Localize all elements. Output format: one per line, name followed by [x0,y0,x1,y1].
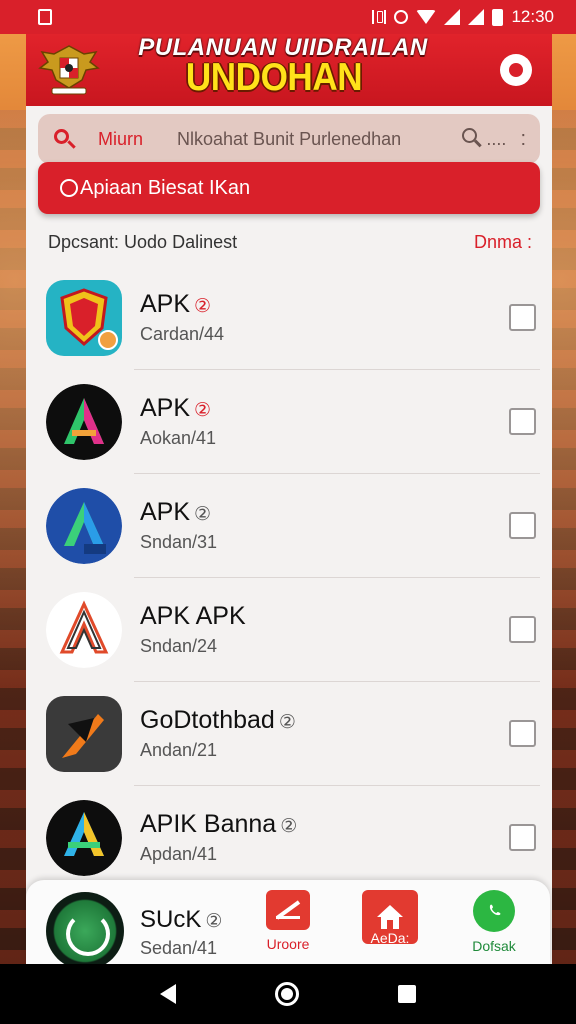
signal-icon-2 [468,9,485,25]
search-bar[interactable]: Miurn Nlkoahat Bunit Purlenedhan .... : [38,114,540,164]
notification-icon [38,9,52,25]
list-header-title: Dpcsant: Uodo Dalinest [48,232,238,252]
status-time: 12:30 [511,7,554,26]
dark-app-icon [46,696,122,772]
search-submit-icon[interactable] [462,128,484,150]
shield-app-icon [46,280,122,356]
nav-item-home[interactable]: AeDa: [350,890,430,956]
app-name: APK ② [140,394,212,422]
apk-app-icon [46,488,122,564]
list-header: Dpcsant: Uodo Dalinest Dnma : [48,232,532,253]
edit-icon [266,890,310,930]
nav-item-whatsapp[interactable]: Dofsak [454,890,534,956]
back-icon[interactable] [159,984,176,1004]
battery-icon [492,8,504,26]
apk-outline-app-icon [46,592,122,668]
alarm-icon [394,10,409,24]
promo-banner[interactable]: Apiaan Biesat IKan [38,162,540,214]
more-options-icon[interactable]: : [520,128,526,151]
app-checkbox[interactable] [509,304,536,331]
app-meta: Sndan/31 [140,532,218,552]
app-name: APK ② [140,498,212,526]
app-list: APK ② Cardan/44 APK ② Aokan/41 APK ② Snd… [26,266,552,890]
app-checkbox[interactable] [509,616,536,643]
status-bar: 12:30 [0,0,576,34]
featured-app-meta: Sedan/41 [140,938,218,958]
app-checkbox[interactable] [509,720,536,747]
nav-label-uroore: Uroore [266,936,310,952]
nav-label-home: AeDa: [370,930,410,946]
list-header-link[interactable]: Dnma : [474,232,532,253]
promo-icon [60,179,78,197]
app-meta: Apdan/41 [140,844,218,864]
garuda-emblem-icon [38,45,100,95]
app-name: APK ② [140,290,212,318]
list-item[interactable]: APIK Banna ② Apdan/41 [46,786,540,890]
nav-label-whatsapp: Dofsak [472,938,516,954]
app-checkbox[interactable] [509,512,536,539]
app-name: APIK Banna ② [140,810,298,838]
list-item[interactable]: GoDtothbad ② Andan/21 [46,682,540,786]
search-input[interactable]: Nlkoahat Bunit Purlenedhan [177,129,452,150]
app-meta: Cardan/44 [140,324,225,344]
app-store-icon [46,800,122,876]
wifi-icon [416,10,437,24]
nav-item-uroore[interactable]: Uroore [248,890,328,956]
main-content: Miurn Nlkoahat Bunit Purlenedhan .... : … [26,106,552,966]
featured-app-name: SUcK ② [140,906,223,933]
app-meta: Aokan/41 [140,428,217,448]
signal-icon [444,9,461,25]
app-name: GoDtothbad ② [140,706,296,734]
settings-button[interactable] [500,54,532,86]
home-circle-icon[interactable] [274,982,299,1006]
promo-banner-label: Apiaan Biesat IKan [80,176,251,199]
list-item[interactable]: APK ② Aokan/41 [46,370,540,474]
app-meta: Sndan/24 [140,636,218,656]
sync-app-icon[interactable] [46,892,124,970]
system-nav-bar [0,964,576,1024]
app-meta: Andan/21 [140,740,218,760]
recent-apps-icon[interactable] [398,985,417,1003]
app-checkbox[interactable] [509,408,536,435]
list-item[interactable]: APK ② Cardan/44 [46,266,540,370]
app-header: PULANUAN UIIDRAILAN UNDOHAN INDONESIA [26,34,552,143]
app-name: APK APK [140,602,246,630]
search-dots: .... [486,128,507,149]
vibrate-icon [372,10,387,24]
app-checkbox[interactable] [509,824,536,851]
a-letter-app-icon [46,384,122,460]
search-icon[interactable] [52,127,76,151]
search-tab-label[interactable]: Miurn [98,129,143,150]
whatsapp-icon [473,890,515,932]
bottom-nav: SUcK ② Sedan/41 Uroore AeDa: Dofsak [26,880,550,970]
list-item[interactable]: APK ② Sndan/31 [46,474,540,578]
list-item[interactable]: APK APK Sndan/24 [46,578,540,682]
